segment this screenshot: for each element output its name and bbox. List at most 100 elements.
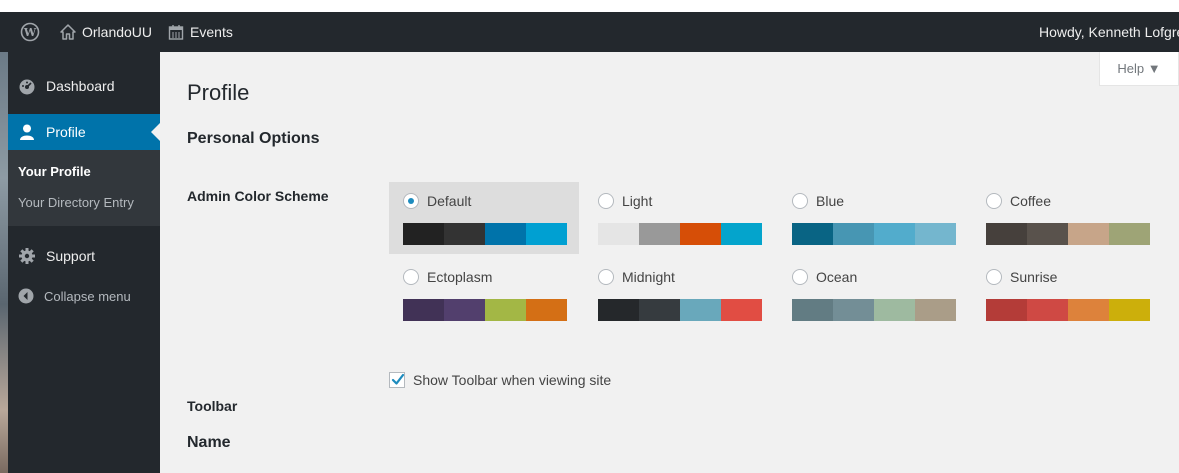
color-scheme-option[interactable]: Coffee [972, 182, 1162, 254]
color-swatch [598, 223, 639, 245]
events-label: Events [190, 24, 233, 40]
howdy-greeting: Howdy, Kenneth Lofgren [1039, 24, 1179, 40]
show-toolbar-option[interactable]: Show Toolbar when viewing site [389, 372, 611, 388]
current-menu-arrow [151, 123, 160, 141]
color-swatch [833, 223, 874, 245]
help-tab-button[interactable]: Help ▼ [1099, 52, 1179, 86]
color-swatch [598, 299, 639, 321]
scheme-swatches [598, 223, 774, 245]
color-swatch [915, 299, 956, 321]
show-toolbar-label: Show Toolbar when viewing site [413, 372, 612, 388]
collapse-arrow-icon [18, 288, 34, 304]
color-swatch [680, 223, 721, 245]
page-title: Profile [187, 80, 250, 105]
color-scheme-option[interactable]: Ectoplasm [389, 258, 579, 330]
color-scheme-option[interactable]: Sunrise [972, 258, 1162, 330]
color-swatch [792, 299, 833, 321]
scheme-name: Midnight [622, 269, 675, 285]
site-name: OrlandoUU [82, 24, 153, 40]
sidebar-item-label: Collapse menu [44, 288, 131, 304]
checkmark-icon [391, 373, 405, 385]
top-strip [0, 0, 1179, 12]
color-swatch [874, 299, 915, 321]
sidebar-item-dashboard[interactable]: Dashboard [8, 68, 160, 104]
name-heading: Name [187, 434, 231, 451]
color-scheme-option[interactable]: Midnight [584, 258, 774, 330]
radio-button[interactable] [598, 269, 614, 285]
scheme-name: Blue [816, 193, 845, 209]
gear-icon [19, 248, 35, 264]
color-swatch [721, 299, 762, 321]
color-swatch [833, 299, 874, 321]
toolbar-label: Toolbar [187, 398, 238, 414]
sidebar-item-label: Dashboard [46, 78, 115, 94]
color-swatch [1068, 223, 1109, 245]
collapse-menu-button[interactable]: Collapse menu [8, 278, 160, 314]
scheme-swatches [598, 299, 774, 321]
radio-button[interactable] [403, 269, 419, 285]
color-swatch [1027, 223, 1068, 245]
dashboard-icon [19, 79, 35, 95]
profile-submenu: Your Profile Your Directory Entry [8, 150, 160, 226]
color-swatch [915, 223, 956, 245]
events-link[interactable]: Events [160, 12, 241, 52]
color-swatch [1109, 299, 1150, 321]
radio-button[interactable] [403, 193, 419, 209]
color-swatch [680, 299, 721, 321]
svg-text:W: W [23, 26, 37, 39]
admin-bar: W OrlandoUU Events Howdy, Kenneth Lofgre… [0, 12, 1179, 52]
color-swatch [1027, 299, 1068, 321]
color-swatch [986, 223, 1027, 245]
account-menu[interactable]: Howdy, Kenneth Lofgren [1039, 12, 1179, 52]
color-swatch [444, 299, 485, 321]
color-scheme-option[interactable]: Default [389, 182, 579, 254]
sidebar-item-support[interactable]: Support [8, 238, 160, 274]
wordpress-logo-button[interactable]: W [14, 12, 52, 52]
color-swatch [485, 299, 526, 321]
wordpress-icon: W [20, 22, 40, 42]
color-swatch [639, 299, 680, 321]
scheme-name: Ectoplasm [427, 269, 493, 285]
scheme-name: Ocean [816, 269, 858, 285]
scheme-name: Coffee [1010, 193, 1051, 209]
scheme-name: Default [427, 193, 472, 209]
color-swatch [792, 223, 833, 245]
color-swatch [721, 223, 762, 245]
submenu-your-directory-entry[interactable]: Your Directory Entry [18, 195, 134, 210]
scheme-swatches [403, 223, 579, 245]
admin-color-scheme-label: Admin Color Scheme [187, 188, 329, 204]
color-scheme-option[interactable]: Blue [778, 182, 968, 254]
color-swatch [526, 299, 567, 321]
color-swatch [986, 299, 1027, 321]
color-swatch [444, 223, 485, 245]
scheme-name: Light [622, 193, 653, 209]
site-name-link[interactable]: OrlandoUU [52, 12, 160, 52]
show-toolbar-checkbox[interactable] [389, 372, 405, 388]
sidebar-item-label: Profile [46, 124, 86, 140]
scheme-swatches [792, 299, 968, 321]
home-icon [60, 24, 76, 40]
color-swatch [403, 299, 444, 321]
radio-button[interactable] [792, 269, 808, 285]
color-swatch [1109, 223, 1150, 245]
scheme-swatches [986, 223, 1162, 245]
radio-button[interactable] [792, 193, 808, 209]
color-swatch [526, 223, 567, 245]
sidebar-item-label: Support [46, 248, 96, 264]
radio-button[interactable] [986, 269, 1002, 285]
color-swatch [403, 223, 444, 245]
color-scheme-option[interactable]: Light [584, 182, 774, 254]
scheme-swatches [986, 299, 1162, 321]
radio-button[interactable] [598, 193, 614, 209]
submenu-your-profile[interactable]: Your Profile [18, 164, 91, 179]
personal-options-heading: Personal Options [187, 130, 320, 147]
sidebar-item-profile[interactable]: Profile [8, 114, 160, 150]
color-scheme-option[interactable]: Ocean [778, 258, 968, 330]
calendar-icon [168, 25, 184, 40]
radio-button[interactable] [986, 193, 1002, 209]
scheme-swatches [403, 299, 579, 321]
color-swatch [1068, 299, 1109, 321]
admin-sidebar: Dashboard Profile Your Profile Your Dire… [8, 52, 160, 473]
background-edge [0, 52, 8, 473]
color-swatch [639, 223, 680, 245]
